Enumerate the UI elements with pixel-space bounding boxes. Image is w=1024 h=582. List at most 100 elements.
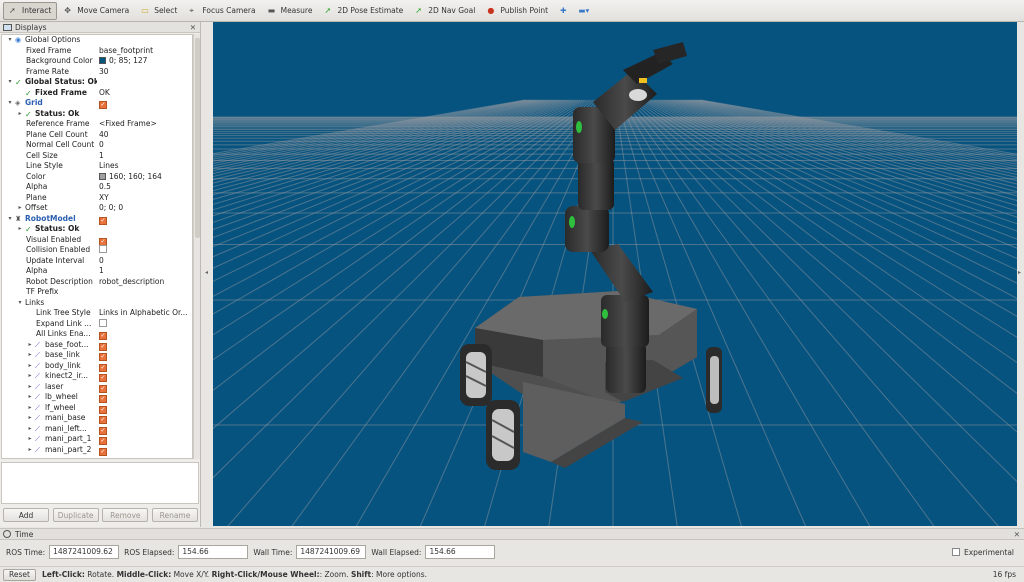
tree-row[interactable]: ▸ ⟋ lb_wheel ✓ <box>2 392 192 403</box>
collapse-right-icon[interactable]: ▸ <box>1018 269 1021 276</box>
minus-dropdown-icon[interactable]: ▬▾ <box>573 2 594 20</box>
color-swatch[interactable] <box>99 172 106 180</box>
add-button[interactable]: Add <box>3 508 49 522</box>
tree-row[interactable]: ▸ ⟋ mani_part_2 ✓ <box>2 445 192 456</box>
tree-row[interactable]: Plane XY <box>2 193 192 204</box>
tree-row-value[interactable]: ✓ <box>99 235 192 246</box>
color-swatch[interactable] <box>99 57 106 64</box>
tree-row-value[interactable]: ✓ <box>99 413 192 424</box>
tree-row[interactable]: ▾ ◈ Grid ✓ <box>2 98 192 109</box>
tree-row-value[interactable]: ✓ <box>99 361 192 372</box>
checkbox-unchecked[interactable] <box>99 245 107 253</box>
tree-row[interactable]: ✓ Fixed Frame OK <box>2 88 192 99</box>
tree-row-value[interactable]: <Fixed Frame> <box>99 119 192 130</box>
tree-row[interactable]: Background Color 0; 85; 127 <box>2 56 192 67</box>
tree-row-value[interactable]: ✓ <box>99 403 192 414</box>
tree-row-value[interactable]: ✓ <box>99 371 192 382</box>
tree-row-value[interactable]: 40 <box>99 130 192 141</box>
collapse-arrow-icon[interactable]: ▸ <box>26 392 34 403</box>
tree-row[interactable]: Normal Cell Count 0 <box>2 140 192 151</box>
collapse-arrow-icon[interactable]: ▸ <box>26 340 34 351</box>
collapse-arrow-icon[interactable]: ▸ <box>16 203 24 214</box>
experimental-checkbox-box[interactable] <box>951 548 960 556</box>
remove-button[interactable]: Remove <box>102 508 149 522</box>
tool-measure[interactable]: ▬ Measure <box>263 2 318 20</box>
collapse-arrow-icon[interactable]: ▸ <box>16 224 24 235</box>
tree-row-value[interactable]: XY <box>99 193 192 204</box>
tree-row[interactable]: Collision Enabled <box>2 245 192 256</box>
ros-time-field[interactable]: 1487241009.62 <box>49 545 120 559</box>
tree-row[interactable]: Color 160; 160; 164 <box>2 172 192 183</box>
tree-row[interactable]: Link Tree Style Links in Alphabetic Or... <box>2 308 192 319</box>
tree-row[interactable]: Alpha 0.5 <box>2 182 192 193</box>
collapse-arrow-icon[interactable]: ▸ <box>26 413 34 424</box>
wall-elapsed-field[interactable]: 154.66 <box>425 545 496 559</box>
tree-row[interactable]: Update Interval 0 <box>2 256 192 267</box>
duplicate-button[interactable]: Duplicate <box>52 508 99 522</box>
tree-row-value[interactable]: 0; 85; 127 <box>99 56 192 67</box>
tool-select[interactable]: ▭ Select <box>136 2 182 20</box>
tree-row-value[interactable]: 0 <box>99 140 192 151</box>
tool-focus-camera[interactable]: ⌖ Focus Camera <box>184 2 260 20</box>
tree-row[interactable]: Frame Rate 30 <box>2 67 192 78</box>
tree-row-value[interactable]: 1 <box>99 266 192 277</box>
reset-button[interactable]: Reset <box>3 568 36 581</box>
tree-row-value[interactable]: 160; 160; 164 <box>99 172 192 183</box>
collapse-arrow-icon[interactable]: ▸ <box>26 403 34 414</box>
tree-row[interactable]: Visual Enabled ✓ <box>2 235 192 246</box>
3d-viewport[interactable] <box>213 22 1017 526</box>
tree-row[interactable]: ▸ ✓ Status: Ok <box>2 109 192 120</box>
checkbox-unchecked[interactable] <box>99 318 107 327</box>
tree-row[interactable]: ▸ ⟋ mani_left... ✓ <box>2 424 192 435</box>
collapse-arrow-icon[interactable]: ▸ <box>26 350 34 361</box>
tool-move-camera[interactable]: ✥ Move Camera <box>59 2 134 20</box>
tree-row[interactable]: ▸ Offset 0; 0; 0 <box>2 203 192 214</box>
tree-row[interactable]: ▾ ✓ Global Status: Ok <box>2 77 192 88</box>
tree-row-value[interactable]: ✓ <box>99 424 192 435</box>
tree-row[interactable]: Fixed Frame base_footprint <box>2 46 192 57</box>
tree-row-value[interactable]: 0; 0; 0 <box>99 203 192 214</box>
collapse-arrow-icon[interactable]: ▸ <box>26 382 34 393</box>
tree-row-value[interactable]: 30 <box>99 67 192 78</box>
collapse-arrow-icon[interactable]: ▸ <box>26 445 34 456</box>
tree-row[interactable]: Plane Cell Count 40 <box>2 130 192 141</box>
tree-row[interactable]: ▸ ⟋ mani_base ✓ <box>2 413 192 424</box>
tree-row-value[interactable]: ✓ <box>99 350 192 361</box>
tree-row-value[interactable]: ✓ <box>99 214 192 225</box>
tree-row[interactable]: Expand Link ... <box>2 318 192 330</box>
tree-row-value[interactable]: ✓ <box>99 382 192 393</box>
tree-row[interactable]: All Links Ena... ✓ <box>2 329 192 340</box>
tree-row[interactable]: ▾ ♜ RobotModel ✓ <box>2 214 192 225</box>
tree-row-value[interactable] <box>99 245 192 256</box>
tree-row[interactable]: ▾ ◉ Global Options <box>2 35 192 46</box>
tree-row-value[interactable]: 1 <box>99 151 192 162</box>
tree-scrollbar[interactable] <box>193 34 200 459</box>
tree-row-value[interactable]: ✓ <box>99 392 192 403</box>
tree-row[interactable]: Reference Frame <Fixed Frame> <box>2 119 192 130</box>
left-dock-handle[interactable]: ◂ <box>205 22 213 527</box>
expand-arrow-icon[interactable]: ▾ <box>6 98 14 109</box>
rename-button[interactable]: Rename <box>151 508 198 522</box>
tree-row-value[interactable]: 0.5 <box>99 182 192 193</box>
expand-arrow-icon[interactable]: ▾ <box>6 35 14 46</box>
collapse-arrow-icon[interactable]: ▸ <box>16 109 24 120</box>
tree-row-value[interactable]: Lines <box>99 161 192 172</box>
tool-pose-estimate[interactable]: ➚ 2D Pose Estimate <box>319 2 408 20</box>
expand-arrow-icon[interactable]: ▾ <box>16 298 24 309</box>
expand-arrow-icon[interactable]: ▾ <box>6 77 14 88</box>
collapse-arrow-icon[interactable]: ▸ <box>26 424 34 435</box>
wall-time-field[interactable]: 1487241009.69 <box>296 545 367 559</box>
tree-row[interactable]: ▸ ⟋ lf_wheel ✓ <box>2 403 192 414</box>
tree-row[interactable]: Alpha 1 <box>2 266 192 277</box>
tree-row-value[interactable] <box>99 318 192 330</box>
tree-row[interactable]: TF Prefix <box>2 287 192 298</box>
tree-row[interactable]: ▾ Links <box>2 298 192 309</box>
tree-row-value[interactable]: base_footprint <box>99 46 192 57</box>
tool-nav-goal[interactable]: ➚ 2D Nav Goal <box>410 2 480 20</box>
tree-row[interactable]: Line Style Lines <box>2 161 192 172</box>
tree-row[interactable]: Cell Size 1 <box>2 151 192 162</box>
tree-row[interactable]: ▸ ⟋ body_link ✓ <box>2 361 192 372</box>
tree-row[interactable]: ▸ ✓ Status: Ok <box>2 224 192 235</box>
tree-row[interactable]: Robot Description robot_description <box>2 277 192 288</box>
ros-elapsed-field[interactable]: 154.66 <box>178 545 249 559</box>
